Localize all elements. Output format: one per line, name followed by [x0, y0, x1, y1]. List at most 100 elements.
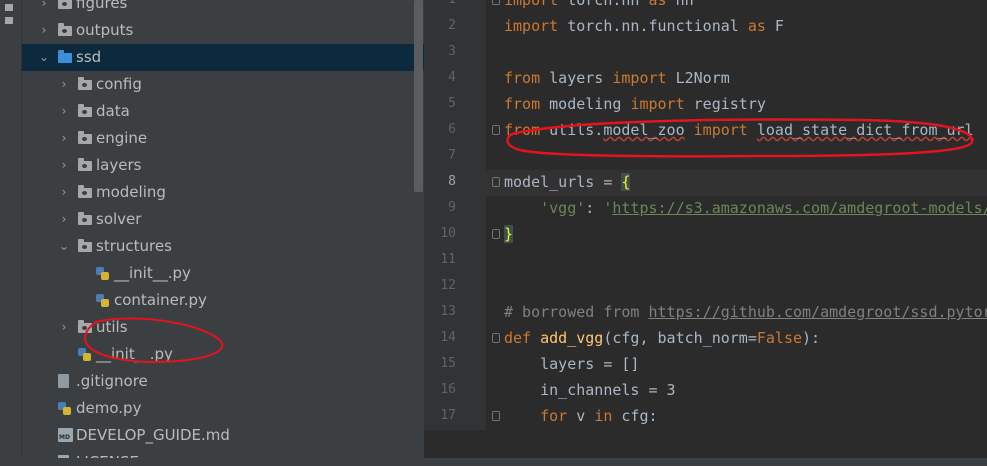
tree-scrollbar[interactable] [414, 0, 423, 192]
code-token: as [648, 0, 667, 9]
tree-item[interactable]: container.py [22, 287, 424, 314]
folder-icon [78, 104, 92, 117]
tree-item[interactable]: ⌄ structures [22, 233, 424, 260]
chevron-right-icon[interactable]: › [58, 314, 70, 341]
python-file-icon [96, 294, 109, 307]
tree-item[interactable]: demo.py [22, 395, 424, 422]
chevron-right-icon[interactable]: › [58, 71, 70, 98]
code-token: import [630, 95, 685, 113]
code-line[interactable]: def add_vgg(cfg, batch_norm=False): [504, 325, 820, 351]
code-line[interactable]: from layers import L2Norm [504, 65, 730, 91]
tree-item[interactable]: LICENSE [22, 449, 424, 458]
code-line[interactable]: in_channels = 3 [504, 377, 676, 403]
python-file-icon [96, 267, 109, 280]
tree-item[interactable]: .gitignore [22, 368, 424, 395]
chevron-right-icon[interactable]: › [38, 0, 50, 17]
tree-item[interactable]: › config [22, 71, 424, 98]
code-token: F [765, 17, 784, 35]
code-line[interactable]: import torch.nn as nn [504, 0, 694, 13]
code-line[interactable]: from modeling import registry [504, 91, 766, 117]
code-line[interactable]: 'vgg': 'https://s3.amazonaws.com/amdegro… [504, 195, 987, 221]
code-token: in_channels = 3 [504, 381, 676, 399]
tree-item[interactable]: › data [22, 98, 424, 125]
code-token: from [504, 121, 541, 139]
tree-item[interactable]: › modeling [22, 179, 424, 206]
tree-item-label: DEVELOP_GUIDE.md [76, 426, 230, 444]
folder-icon [78, 158, 92, 171]
code-token: # borrowed from [504, 303, 649, 321]
line-number: 16 [440, 382, 456, 397]
tree-item[interactable]: › figures [22, 0, 424, 17]
tree-item[interactable]: › utils [22, 314, 424, 341]
line-number: 13 [440, 304, 456, 319]
tree-item[interactable]: ⌄ ssd [22, 44, 424, 71]
code-token: layers [540, 69, 613, 87]
tree-item-label: modeling [96, 183, 166, 201]
tree-item[interactable]: __init__.py [22, 260, 424, 287]
tree-item-label: data [96, 102, 130, 120]
code-line[interactable]: from utils.model_zoo import load_state_d… [504, 117, 974, 143]
line-number: 3 [448, 44, 456, 59]
code-token: modeling [540, 95, 631, 113]
tree-item[interactable]: __init__.py [22, 341, 424, 368]
code-line[interactable]: } [504, 221, 514, 247]
tree-item[interactable]: MD DEVELOP_GUIDE.md [22, 422, 424, 449]
code-token: (cfg, batch_norm= [603, 329, 757, 347]
code-token: cfg: [612, 407, 658, 425]
code-token: from [504, 69, 541, 87]
fold-marker-icon[interactable] [492, 125, 500, 135]
code-token: False [756, 329, 803, 347]
chevron-right-icon[interactable]: › [58, 98, 70, 125]
line-number: 5 [448, 96, 456, 111]
code-token: def [504, 329, 532, 347]
code-editor[interactable]: 1 import torch.nn as nn 2 import torch.nn.f… [424, 0, 987, 430]
code-token: registry [684, 95, 766, 113]
tree-item[interactable]: › solver [22, 206, 424, 233]
fold-marker-icon[interactable] [492, 229, 500, 239]
fold-marker-icon[interactable] [492, 411, 500, 421]
fold-marker-icon[interactable] [492, 333, 500, 343]
code-token: v [567, 407, 595, 425]
chevron-right-icon[interactable]: › [58, 125, 70, 152]
project-tool-tab[interactable] [3, 0, 20, 36]
code-line[interactable]: for v in cfg: [504, 403, 658, 429]
left-tool-stripe [0, 0, 22, 466]
chevron-right-icon[interactable]: › [38, 17, 50, 44]
code-token: load_state_dict_from_url [756, 121, 974, 139]
code-line[interactable]: # borrowed from https://github.com/amdeg… [504, 299, 987, 325]
code-token: layers = [] [504, 355, 640, 373]
chevron-right-icon[interactable]: › [58, 152, 70, 179]
line-number: 6 [448, 122, 456, 137]
tree-item[interactable]: › outputs [22, 17, 424, 44]
chevron-down-icon[interactable]: ⌄ [58, 233, 70, 260]
tree-item-label: LICENSE [76, 449, 139, 458]
code-line[interactable]: model_urls = { [504, 169, 631, 195]
code-token: as [747, 17, 766, 35]
line-number: 12 [440, 278, 456, 293]
tree-item-label: utils [96, 318, 128, 336]
code-token: torch.nn.functional [558, 17, 748, 35]
fold-marker-icon[interactable] [492, 177, 500, 187]
folder-icon [78, 320, 92, 333]
chevron-right-icon[interactable]: › [58, 179, 70, 206]
fold-marker-icon[interactable] [492, 0, 500, 5]
project-tree[interactable]: › figures › outputs ⌄ ssd › config › data › engine ›… [22, 0, 424, 458]
code-token: import [504, 0, 559, 9]
gitignore-file-icon [58, 374, 69, 388]
line-number: 17 [440, 408, 456, 423]
python-file-icon [58, 402, 71, 415]
tree-item[interactable]: › layers [22, 152, 424, 179]
tree-item[interactable]: › engine [22, 125, 424, 152]
code-token: } [504, 225, 514, 243]
chevron-right-icon[interactable]: › [58, 206, 70, 233]
tree-item-label: ssd [76, 48, 102, 66]
bottom-bar [0, 458, 987, 466]
code-token: import [612, 69, 667, 87]
code-line[interactable]: layers = [] [504, 351, 639, 377]
chevron-down-icon[interactable]: ⌄ [38, 44, 50, 71]
code-token: import [693, 121, 748, 139]
code-line[interactable]: import torch.nn.functional as F [504, 13, 784, 39]
